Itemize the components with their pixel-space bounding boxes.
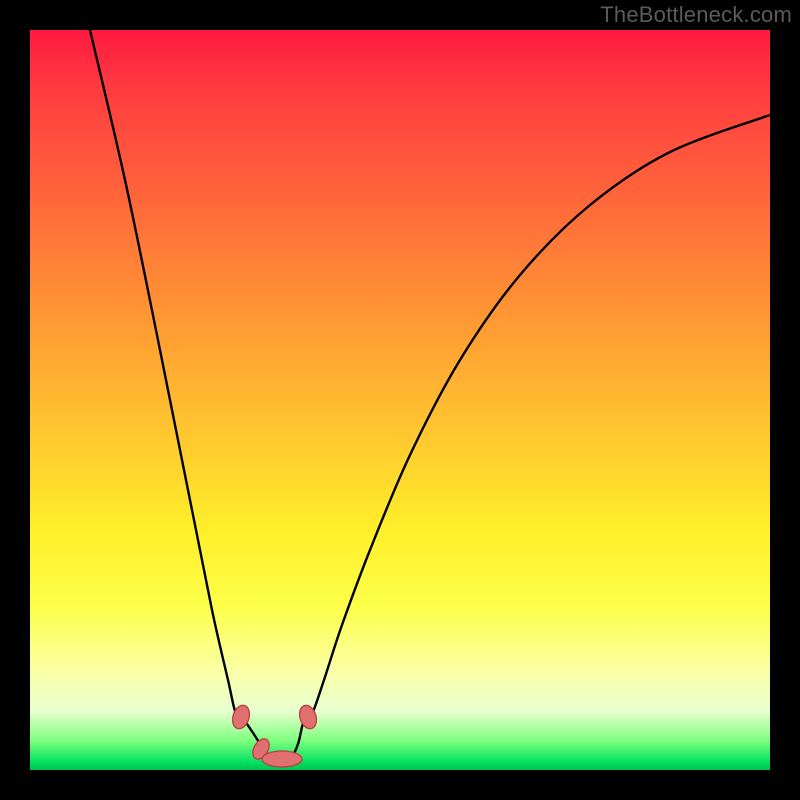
data-markers [230, 703, 320, 767]
chart-frame: TheBottleneck.com [0, 0, 800, 800]
marker [262, 751, 302, 767]
plot-area [30, 30, 770, 770]
bottleneck-curve [90, 30, 770, 759]
curve-layer [30, 30, 770, 770]
watermark-text: TheBottleneck.com [600, 2, 792, 28]
